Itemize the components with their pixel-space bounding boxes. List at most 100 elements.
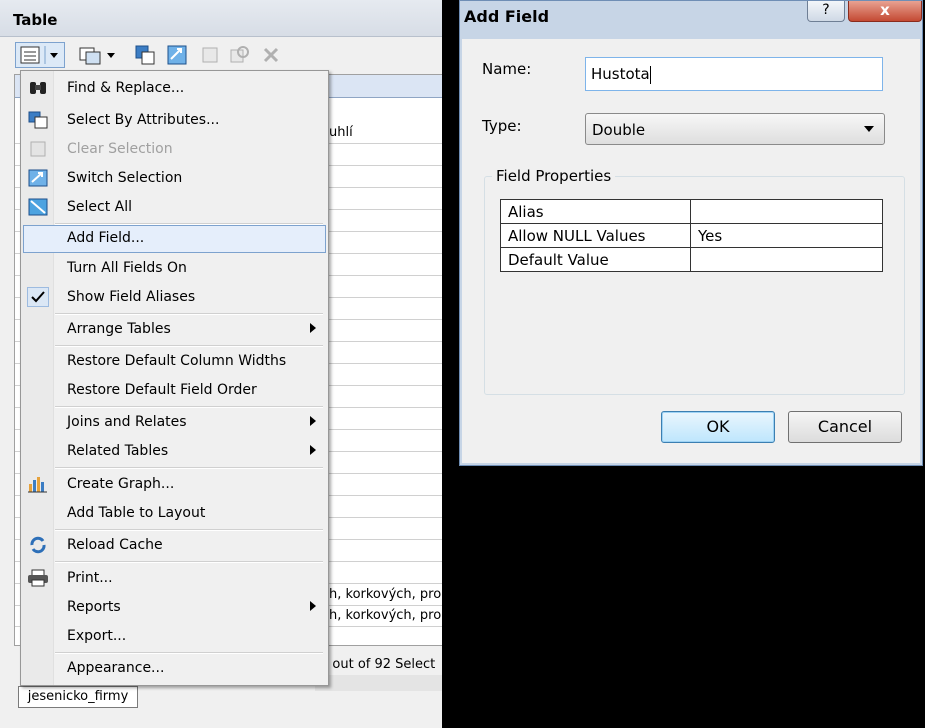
binoculars-icon xyxy=(27,78,49,98)
switch-selection-toolbar-button[interactable] xyxy=(164,42,190,68)
table-tab[interactable]: jesenicko_firmy xyxy=(18,686,138,708)
submenu-arrow-icon xyxy=(310,601,316,611)
cancel-button[interactable]: Cancel xyxy=(788,411,902,443)
menu-item-add-table-to-layout[interactable]: Add Table to Layout xyxy=(23,500,326,526)
delete-icon xyxy=(263,47,279,63)
field-properties-table: Alias Allow NULL Values Yes Default Valu… xyxy=(500,199,883,272)
table-cell: h, korkových, pro xyxy=(329,587,442,602)
menu-item-clear-selection[interactable]: Clear Selection xyxy=(23,136,326,162)
table-options-icon xyxy=(20,46,58,64)
menu-item-label: Turn All Fields On xyxy=(67,260,187,276)
type-select[interactable]: Double xyxy=(585,113,885,145)
menu-item-reload-cache[interactable]: Reload Cache xyxy=(23,532,326,558)
property-name: Default Value xyxy=(500,247,691,272)
table-titlebar[interactable]: Table xyxy=(0,0,442,37)
related-tables-icon xyxy=(79,47,115,65)
menu-item-switch-selection[interactable]: Switch Selection xyxy=(23,165,326,191)
menu-item-label: Add Field... xyxy=(67,230,145,246)
clear-selection-icon xyxy=(27,139,49,159)
zoom-to-selected-icon xyxy=(230,46,249,63)
name-input[interactable]: Hustota xyxy=(585,57,883,91)
menu-item-label: Restore Default Field Order xyxy=(67,382,257,398)
menu-item-label: Reports xyxy=(67,599,121,615)
menu-item-label: Appearance... xyxy=(67,660,165,676)
reload-icon xyxy=(27,535,49,555)
selection-status: 0 out of 92 Select xyxy=(320,657,436,672)
menu-item-restore-field-order[interactable]: Restore Default Field Order xyxy=(23,377,326,403)
menu-item-joins-relates[interactable]: Joins and Relates xyxy=(23,409,326,435)
menu-item-label: Add Table to Layout xyxy=(67,505,206,521)
property-name: Alias xyxy=(500,199,691,224)
property-value[interactable] xyxy=(690,247,883,272)
delete-selected-toolbar-button[interactable] xyxy=(259,42,283,68)
menu-item-label: Create Graph... xyxy=(67,476,175,492)
menu-item-label: Switch Selection xyxy=(67,170,183,186)
menu-item-label: Arrange Tables xyxy=(67,321,171,337)
menu-item-show-field-aliases[interactable]: Show Field Aliases xyxy=(23,284,326,310)
property-value[interactable] xyxy=(690,199,883,224)
select-by-attributes-toolbar-button[interactable] xyxy=(132,42,158,68)
menu-item-select-by-attributes[interactable]: Select By Attributes... xyxy=(23,107,326,133)
menu-item-export[interactable]: Export... xyxy=(23,623,326,649)
menu-item-print[interactable]: Print... xyxy=(23,565,326,591)
dialog-title: Add Field xyxy=(464,7,550,26)
menu-item-label: Reload Cache xyxy=(67,537,163,553)
table-cell: uhlí xyxy=(329,125,353,140)
printer-icon xyxy=(27,568,49,588)
menu-item-label: Restore Default Column Widths xyxy=(67,353,287,369)
menu-item-turn-all-fields-on[interactable]: Turn All Fields On xyxy=(23,255,326,281)
name-input-value: Hustota xyxy=(591,65,650,83)
table-title: Table xyxy=(13,11,58,29)
menu-item-label: Clear Selection xyxy=(67,141,173,157)
submenu-arrow-icon xyxy=(310,445,316,455)
menu-separator xyxy=(55,529,323,531)
menu-item-label: Select All xyxy=(67,199,132,215)
related-tables-button[interactable] xyxy=(76,42,120,68)
property-name: Allow NULL Values xyxy=(500,223,691,248)
help-button[interactable]: ? xyxy=(807,1,845,22)
ok-button[interactable]: OK xyxy=(661,411,775,443)
menu-item-appearance[interactable]: Appearance... xyxy=(23,655,326,681)
horizontal-scrollbar[interactable] xyxy=(315,675,442,691)
property-row[interactable]: Alias xyxy=(500,199,883,224)
zoom-to-selected-toolbar-button[interactable] xyxy=(227,42,253,68)
menu-item-restore-column-widths[interactable]: Restore Default Column Widths xyxy=(23,348,326,374)
clear-selection-icon xyxy=(202,47,218,63)
menu-item-add-field[interactable]: Add Field... xyxy=(23,225,326,253)
menu-item-reports[interactable]: Reports xyxy=(23,594,326,620)
menu-item-label: Select By Attributes... xyxy=(67,112,220,128)
field-properties-label: Field Properties xyxy=(492,167,616,185)
clear-selection-toolbar-button[interactable] xyxy=(198,42,222,68)
close-button[interactable]: x xyxy=(848,1,922,22)
menu-item-find-replace[interactable]: Find & Replace... xyxy=(23,75,326,101)
checkmark-icon xyxy=(27,287,49,307)
table-options-button[interactable] xyxy=(15,42,65,68)
switch-selection-icon xyxy=(167,45,187,65)
text-cursor xyxy=(649,65,651,84)
table-cell: h, korkových, pro xyxy=(329,608,442,623)
name-label: Name: xyxy=(482,60,532,78)
dialog-titlebar[interactable]: Add Field ? x xyxy=(460,1,922,39)
chevron-down-icon xyxy=(864,126,874,132)
submenu-arrow-icon xyxy=(310,323,316,333)
menu-separator xyxy=(55,406,323,408)
menu-item-label: Show Field Aliases xyxy=(67,289,196,305)
select-by-attributes-icon xyxy=(135,45,155,65)
menu-separator xyxy=(55,345,323,347)
menu-item-select-all[interactable]: Select All xyxy=(23,194,326,220)
menu-separator xyxy=(55,313,323,315)
dialog-body: Name: Hustota Type: Double Field Propert… xyxy=(462,39,920,463)
menu-item-label: Export... xyxy=(67,628,127,644)
menu-item-create-graph[interactable]: Create Graph... xyxy=(23,471,326,497)
table-window: Table uhlí h, korkových, pro h, korkovýc… xyxy=(0,0,442,728)
menu-item-related-tables[interactable]: Related Tables xyxy=(23,438,326,464)
menu-separator xyxy=(55,561,323,563)
menu-item-label: Joins and Relates xyxy=(67,414,187,430)
type-label: Type: xyxy=(482,117,522,135)
select-all-icon xyxy=(27,197,49,217)
property-value[interactable]: Yes xyxy=(690,223,883,248)
property-row[interactable]: Allow NULL Values Yes xyxy=(500,223,883,248)
property-row[interactable]: Default Value xyxy=(500,247,883,272)
type-select-value: Double xyxy=(592,121,646,139)
menu-item-arrange-tables[interactable]: Arrange Tables xyxy=(23,316,326,342)
